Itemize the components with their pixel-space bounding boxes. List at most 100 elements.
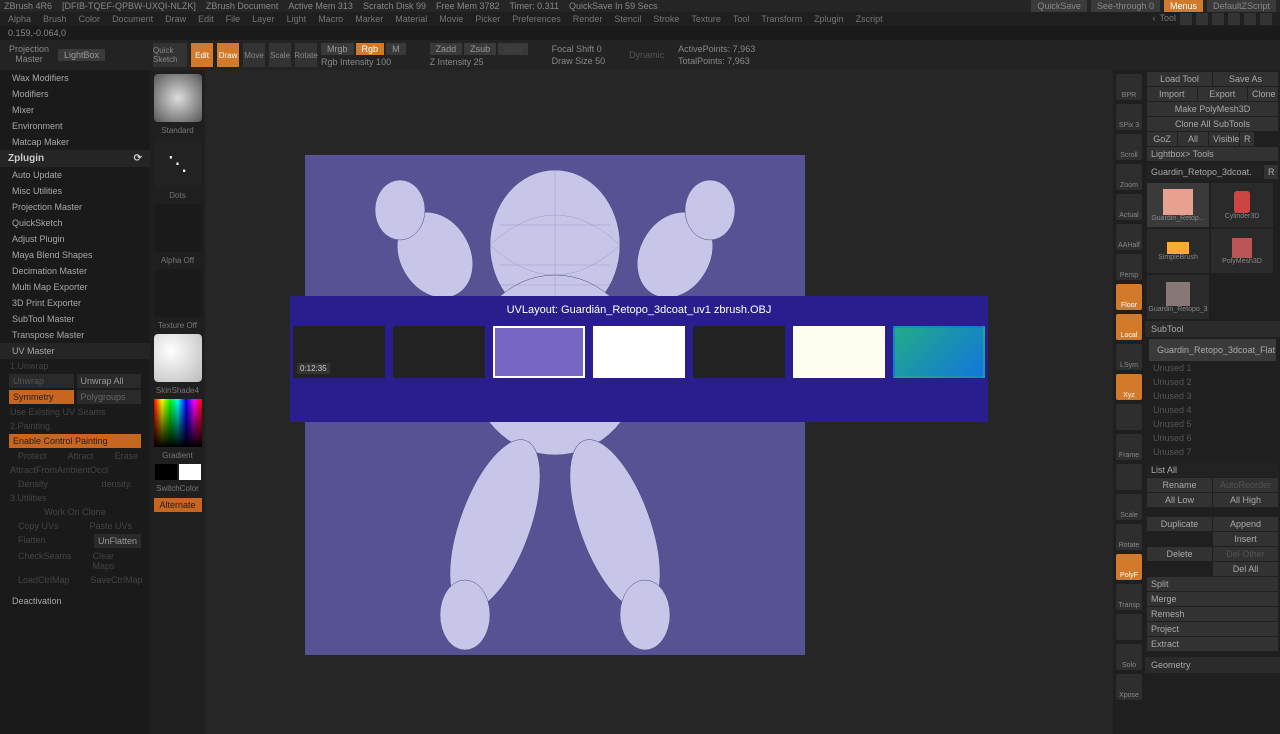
texture-off[interactable] <box>154 269 202 317</box>
subtool-slot-4[interactable]: Unused 4 <box>1149 403 1276 417</box>
z-intensity[interactable]: Z Intensity 25 <box>430 57 528 67</box>
load-tool-button[interactable]: Load Tool <box>1147 72 1212 86</box>
all-button[interactable]: All <box>1178 132 1208 146</box>
list-all[interactable]: List All <box>1147 463 1278 477</box>
menu-draw[interactable]: Draw <box>165 14 186 24</box>
lp-quicksketch[interactable]: QuickSketch <box>0 215 150 231</box>
lp-autoupdate[interactable]: Auto Update <box>0 167 150 183</box>
attract-button[interactable]: Attract <box>58 449 104 463</box>
lp-3dprint[interactable]: 3D Print Exporter <box>0 295 150 311</box>
scale3d-button[interactable]: Scale <box>1116 494 1142 520</box>
refresh-icon[interactable]: ⟳ <box>134 153 142 164</box>
make-polymesh-button[interactable]: Make PolyMesh3D <box>1147 102 1278 116</box>
clone-button[interactable]: Clone <box>1248 87 1278 101</box>
draw-size[interactable]: Draw Size 50 <box>552 56 606 66</box>
menu-zplugin[interactable]: Zplugin <box>814 14 844 24</box>
subtool-slot-2[interactable]: Unused 2 <box>1149 375 1276 389</box>
lp-uvmaster[interactable]: UV Master <box>0 343 150 359</box>
local-button[interactable]: Local <box>1116 314 1142 340</box>
density-label[interactable]: Density <box>8 477 58 491</box>
use-existing[interactable]: Use Existing UV Seams <box>0 405 150 419</box>
switch-colors[interactable] <box>155 464 201 480</box>
flatten[interactable]: Flatten <box>8 533 56 549</box>
lp-multimap[interactable]: Multi Map Exporter <box>0 279 150 295</box>
scroll-button[interactable]: Scroll <box>1116 134 1142 160</box>
lp-projection[interactable]: Projection Master <box>0 199 150 215</box>
m-button[interactable]: M <box>386 43 406 55</box>
menu-document[interactable]: Document <box>112 14 153 24</box>
polygroups-button[interactable]: Polygroups <box>77 390 142 404</box>
enable-control-painting[interactable]: Enable Control Painting <box>9 434 141 448</box>
menu-alpha[interactable]: Alpha <box>8 14 31 24</box>
ghost-button[interactable] <box>1116 614 1142 640</box>
savectrl[interactable]: SaveCtrlMap <box>81 573 150 587</box>
project-section[interactable]: Project <box>1147 622 1278 636</box>
duplicate-button[interactable]: Duplicate <box>1147 517 1212 531</box>
append-button[interactable]: Append <box>1213 517 1278 531</box>
lp-decimation[interactable]: Decimation Master <box>0 263 150 279</box>
deactivation[interactable]: Deactivation <box>0 593 150 609</box>
transp-button[interactable]: Transp <box>1116 584 1142 610</box>
r2-button[interactable]: R <box>1264 165 1278 179</box>
ui-icon-2[interactable] <box>1196 13 1208 25</box>
delete-button[interactable]: Delete <box>1147 547 1212 561</box>
lp-matcap[interactable]: Matcap Maker <box>0 134 150 150</box>
menus-button[interactable]: Menus <box>1164 0 1203 12</box>
alt-tab-thumb-4[interactable] <box>693 326 785 378</box>
erase-button[interactable]: Erase <box>105 449 149 463</box>
brush-standard[interactable] <box>154 74 202 122</box>
zadd-button[interactable]: Zadd <box>430 43 463 55</box>
visible-button[interactable]: Visible <box>1209 132 1239 146</box>
polyf-button[interactable]: PolyF <box>1116 554 1142 580</box>
zsub-button[interactable]: Zsub <box>464 43 496 55</box>
ui-icon-4[interactable] <box>1228 13 1240 25</box>
menu-texture[interactable]: Texture <box>691 14 721 24</box>
extract-section[interactable]: Extract <box>1147 637 1278 651</box>
tool-thumb-2[interactable]: SimpleBrush <box>1147 229 1209 273</box>
aahalf-button[interactable]: AAHalf <box>1116 224 1142 250</box>
all-high-button[interactable]: All High <box>1213 493 1278 507</box>
ui-icon-6[interactable] <box>1260 13 1272 25</box>
draw-button[interactable]: Draw <box>217 43 239 67</box>
work-on-clone[interactable]: Work On Clone <box>0 505 150 519</box>
menu-render[interactable]: Render <box>573 14 603 24</box>
subtool-slot-7[interactable]: Unused 7 <box>1149 445 1276 459</box>
tool-collapse-chevron[interactable]: ‹ <box>1152 13 1155 25</box>
menu-layer[interactable]: Layer <box>252 14 275 24</box>
alt-tab-thumb-0[interactable]: 0:12:35 <box>293 326 385 378</box>
move-button[interactable]: Move <box>243 43 265 67</box>
alt-tab-thumb-5[interactable] <box>793 326 885 378</box>
del-all-button[interactable]: Del All <box>1213 562 1278 576</box>
save-as-button[interactable]: Save As <box>1213 72 1278 86</box>
alternate-button[interactable]: Alternate <box>154 498 202 512</box>
quicksketch-button[interactable]: Quick Sketch <box>153 43 187 67</box>
menu-light[interactable]: Light <box>287 14 307 24</box>
rotate3d-button[interactable]: Rotate <box>1116 524 1142 550</box>
merge-section[interactable]: Merge <box>1147 592 1278 606</box>
lp-modifiers[interactable]: Modifiers <box>0 86 150 102</box>
subtool-slot-1[interactable]: Unused 1 <box>1149 361 1276 375</box>
menu-file[interactable]: File <box>226 14 241 24</box>
current-tool-name[interactable]: Guardin_Retopo_3dcoat. <box>1147 165 1263 179</box>
mrgb-button[interactable]: Mrgb <box>321 43 354 55</box>
quicksave-button[interactable]: QuickSave <box>1031 0 1087 12</box>
lightbox-tools[interactable]: Lightbox> Tools <box>1147 147 1278 161</box>
menu-preferences[interactable]: Preferences <box>512 14 561 24</box>
spix-button[interactable]: SPix 3 <box>1116 104 1142 130</box>
subtool-slot-5[interactable]: Unused 5 <box>1149 417 1276 431</box>
stroke-dots[interactable]: ⋱ <box>154 139 202 187</box>
ui-icon-1[interactable] <box>1180 13 1192 25</box>
remesh-section[interactable]: Remesh <box>1147 607 1278 621</box>
lightbox-button[interactable]: LightBox <box>58 49 105 61</box>
xpose-button[interactable]: Xpose <box>1116 674 1142 700</box>
move-xyz-button[interactable] <box>1116 464 1142 490</box>
paste-uvs[interactable]: Paste UVs <box>79 519 142 533</box>
color-picker[interactable] <box>154 399 202 447</box>
actual-button[interactable]: Actual <box>1116 194 1142 220</box>
subtool-slot-6[interactable]: Unused 6 <box>1149 431 1276 445</box>
menu-color[interactable]: Color <box>79 14 101 24</box>
subtool-active[interactable]: Guardin_Retopo_3dcoat_Flat <box>1149 339 1276 361</box>
clone-all-button[interactable]: Clone All SubTools <box>1147 117 1278 131</box>
tool-thumb-1[interactable]: Cylinder3D <box>1211 183 1273 227</box>
rgb-intensity[interactable]: Rgb Intensity 100 <box>321 57 406 67</box>
